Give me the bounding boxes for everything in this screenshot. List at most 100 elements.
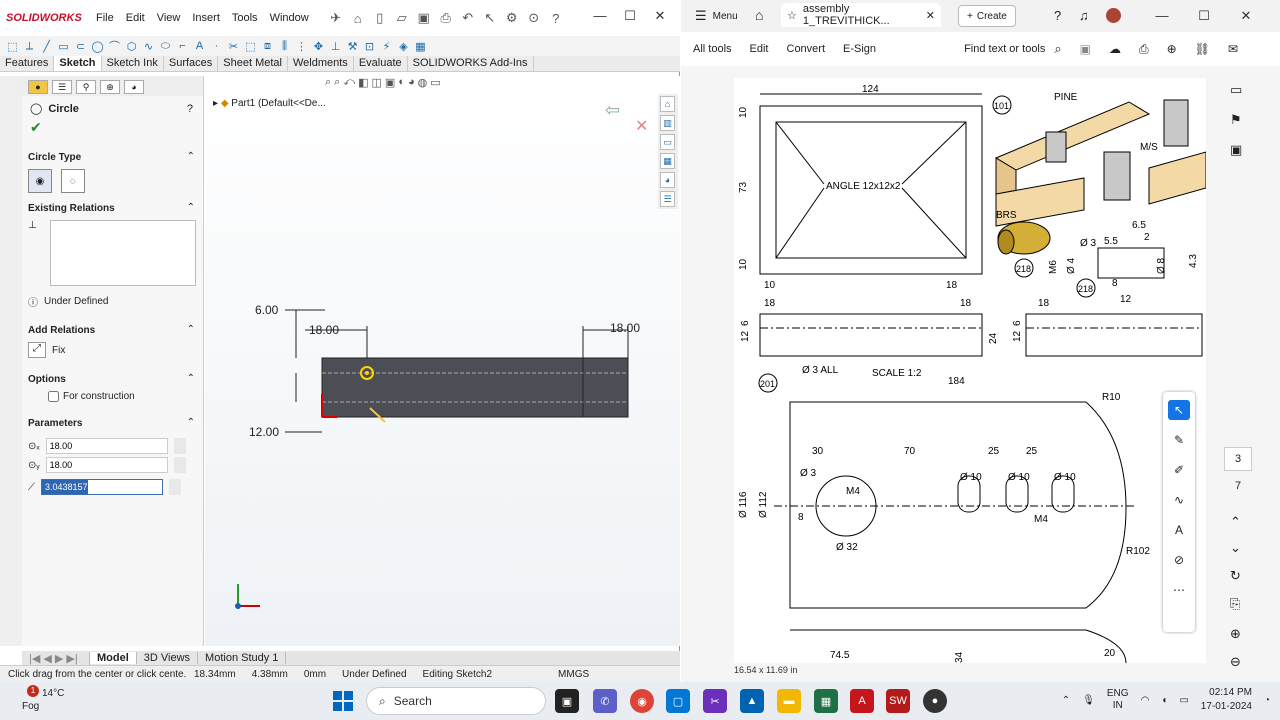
star-icon[interactable]: ☆: [787, 9, 797, 22]
chevron-down-icon[interactable]: ⌄: [1230, 540, 1241, 556]
create-button[interactable]: + Create: [958, 5, 1016, 27]
esign-button[interactable]: E-Sign: [834, 43, 885, 55]
graphics-area[interactable]: ⌕ ⌕ ⤺ ◧ ◫ ▣ ◐ ◕ ◍ ▭ ▸ ◆ Part1 (Default<<…: [205, 76, 680, 646]
center-y-input[interactable]: [45, 457, 168, 473]
move-icon[interactable]: ✥: [310, 37, 327, 55]
menu-tools[interactable]: Tools: [226, 12, 264, 24]
close-icon[interactable]: ✕: [645, 8, 675, 24]
arc-icon[interactable]: ⌒: [106, 37, 123, 55]
menu-window[interactable]: Window: [264, 12, 315, 24]
avatar[interactable]: [1106, 8, 1121, 23]
chevron-up-icon[interactable]: ⌃: [1062, 695, 1070, 706]
tab-scroll-arrows[interactable]: |◀ ◀ ▶ ▶|: [22, 651, 90, 665]
chevron-up-icon[interactable]: ⌃: [187, 373, 195, 384]
tab-3d-views[interactable]: 3D Views: [137, 652, 199, 664]
fix-relation-row[interactable]: ⤢ Fix: [22, 340, 203, 360]
file-explorer-icon[interactable]: ▬: [777, 689, 801, 713]
menu-view[interactable]: View: [151, 12, 187, 24]
circle-icon[interactable]: ◯: [89, 37, 106, 55]
calculator-icon[interactable]: ▦: [814, 689, 838, 713]
spline-icon[interactable]: ∿: [140, 37, 157, 55]
pages-icon[interactable]: ▣: [1230, 142, 1242, 158]
battery-icon[interactable]: ▭: [1179, 695, 1188, 706]
chevron-up-icon[interactable]: ⌃: [1230, 514, 1241, 530]
menu-insert[interactable]: Insert: [186, 12, 226, 24]
zoom-out-icon[interactable]: ⊖: [1230, 654, 1241, 670]
open-icon[interactable]: ▱: [391, 9, 413, 27]
more-tools-icon[interactable]: ⋯: [1168, 580, 1190, 600]
new-document-icon[interactable]: ▯: [369, 9, 391, 27]
options-icon[interactable]: ⊙: [523, 9, 545, 27]
circle-type-section[interactable]: Circle Type ⌃: [22, 148, 203, 167]
task-view-icon[interactable]: ▣: [555, 689, 579, 713]
upload-icon[interactable]: ☁: [1109, 42, 1121, 56]
property-manager-tab-icon[interactable]: ☰: [52, 80, 72, 94]
trim-icon[interactable]: ✂: [225, 37, 242, 55]
ok-check-icon[interactable]: ✔: [22, 115, 203, 140]
chevron-up-icon[interactable]: ⌃: [187, 202, 195, 213]
help-icon[interactable]: ?: [187, 103, 193, 115]
stamp-icon[interactable]: ⊘: [1168, 550, 1190, 570]
find-text-tools[interactable]: Find text or tools: [955, 43, 1054, 55]
minimize-icon[interactable]: —: [585, 8, 615, 24]
search-icon[interactable]: ⌕: [1054, 41, 1061, 57]
snipping-tool-icon[interactable]: ✂: [703, 689, 727, 713]
minimize-icon[interactable]: —: [1141, 8, 1183, 24]
tab-sketch-ink[interactable]: Sketch Ink: [102, 56, 164, 71]
mirror-icon[interactable]: ⫼: [276, 37, 293, 55]
link-icon[interactable]: ⛓: [1195, 42, 1210, 56]
menu-edit[interactable]: Edit: [120, 12, 151, 24]
save-icon[interactable]: ▣: [413, 9, 435, 27]
edit-button[interactable]: Edit: [741, 43, 778, 55]
rapid-sketch-icon[interactable]: ⚡: [378, 37, 395, 55]
smart-dimension-icon[interactable]: ⟂: [21, 37, 38, 55]
text-box-icon[interactable]: A: [1168, 520, 1190, 540]
share-icon[interactable]: ⊕: [1167, 42, 1177, 56]
tab-model[interactable]: Model: [90, 652, 137, 664]
maximize-icon[interactable]: ☐: [1183, 8, 1225, 24]
obs-icon[interactable]: ●: [923, 689, 947, 713]
for-construction-checkbox[interactable]: [48, 391, 59, 402]
tab-sheet-metal[interactable]: Sheet Metal: [218, 56, 288, 71]
convert-button[interactable]: Convert: [778, 43, 835, 55]
chevron-up-icon[interactable]: ⌃: [187, 417, 195, 428]
chevron-up-icon[interactable]: ⌃: [187, 324, 195, 335]
extract-icon[interactable]: ⎘: [1230, 596, 1240, 612]
draw-icon[interactable]: ∿: [1168, 490, 1190, 510]
print-icon[interactable]: ⎙: [435, 9, 457, 27]
save-icon[interactable]: ▣: [1080, 42, 1091, 56]
acrobat-icon[interactable]: A: [850, 689, 874, 713]
all-tools-button[interactable]: All tools: [681, 43, 741, 55]
language-indicator[interactable]: ENG IN: [1107, 688, 1129, 712]
clock[interactable]: 02:14 PM 17-01-2024: [1201, 686, 1252, 714]
hamburger-icon[interactable]: ☰: [681, 8, 707, 24]
text-icon[interactable]: A: [191, 37, 208, 55]
notifications-icon[interactable]: ◔: [1264, 695, 1270, 706]
notifications-icon[interactable]: ♫: [1079, 8, 1089, 23]
options-section[interactable]: Options ⌃: [22, 370, 203, 389]
undo-icon[interactable]: ↶: [457, 9, 479, 27]
microphone-icon[interactable]: 🎙: [1082, 695, 1095, 706]
zoom-in-icon[interactable]: ⊕: [1230, 626, 1241, 642]
menu-file[interactable]: File: [90, 12, 120, 24]
parameters-section[interactable]: Parameters ⌃: [22, 414, 203, 433]
convert-entities-icon[interactable]: ⬚: [242, 37, 259, 55]
add-relations-section[interactable]: Add Relations ⌃: [22, 321, 203, 340]
offset-icon[interactable]: ⧈: [259, 37, 276, 55]
rotate-icon[interactable]: ↻: [1230, 568, 1241, 584]
shaded-sketch-icon[interactable]: ▦: [412, 37, 429, 55]
acrobat-menu-button[interactable]: Menu: [707, 11, 738, 22]
tab-surfaces[interactable]: Surfaces: [164, 56, 219, 71]
home-icon[interactable]: ⌂: [755, 7, 763, 23]
pattern-icon[interactable]: ⋮: [293, 37, 310, 55]
appearance-tab-icon[interactable]: ◕: [124, 80, 144, 94]
repair-icon[interactable]: ⚒: [344, 37, 361, 55]
chevron-up-icon[interactable]: ⌃: [187, 151, 195, 162]
instant2d-icon[interactable]: ◈: [395, 37, 412, 55]
tab-addins[interactable]: SOLIDWORKS Add-Ins: [408, 56, 534, 71]
status-units[interactable]: MMGS: [550, 669, 597, 680]
tab-motion-study[interactable]: Motion Study 1: [198, 652, 287, 664]
point-icon[interactable]: ·: [208, 37, 225, 55]
ellipse-icon[interactable]: ⬭: [157, 37, 174, 55]
tab-weldments[interactable]: Weldments: [288, 56, 354, 71]
